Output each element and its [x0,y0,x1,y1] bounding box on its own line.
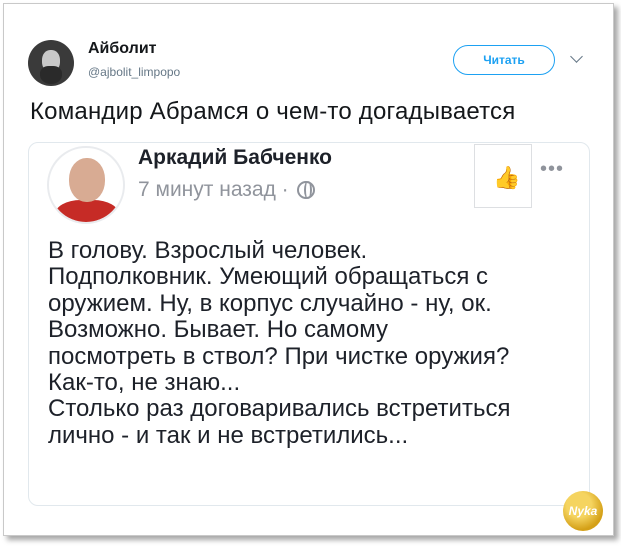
follow-button[interactable]: Читать [453,45,555,75]
globe-icon [296,181,315,199]
author-name[interactable]: Айболит [88,40,156,58]
thumbs-up-icon: 👍 [493,165,521,190]
post-line: В голову. Взрослый человек. [48,237,368,264]
post-meta: 7 минут назад · [138,178,315,202]
tweet-text: Командир Абрамся о чем-то догадывается [30,98,516,125]
author-avatar[interactable] [28,40,74,86]
post-time[interactable]: 7 минут назад · [138,178,289,202]
post-author-avatar[interactable] [47,146,125,224]
post-body: В голову. Взрослый человек. Подполковник… [48,237,578,449]
author-handle[interactable]: @ajbolit_limpopo [88,65,180,79]
more-dots-icon[interactable]: ••• [540,158,564,181]
like-button[interactable]: 👍 [474,144,532,208]
post-author-name[interactable]: Аркадий Бабченко [138,146,332,170]
post-line: посмотреть в ствол? При чистке оружия? [48,342,510,370]
avatar-shirt [55,200,119,222]
post-line: Как-то, не знаю... [48,369,241,397]
post-line: Столько раз договаривались встретиться [48,395,511,423]
watermark-logo: Nyka [563,491,603,531]
avatar-head [69,158,105,202]
post-line: Возможно. Бывает. Но самому [48,316,389,344]
post-line: Подполковник. Умеющий обращаться с [48,263,489,291]
avatar-beard [40,66,62,84]
post-line: оружием. Ну, в корпус случайно - ну, ок. [48,289,492,317]
post-line: лично - и так и не встретились... [48,421,409,449]
